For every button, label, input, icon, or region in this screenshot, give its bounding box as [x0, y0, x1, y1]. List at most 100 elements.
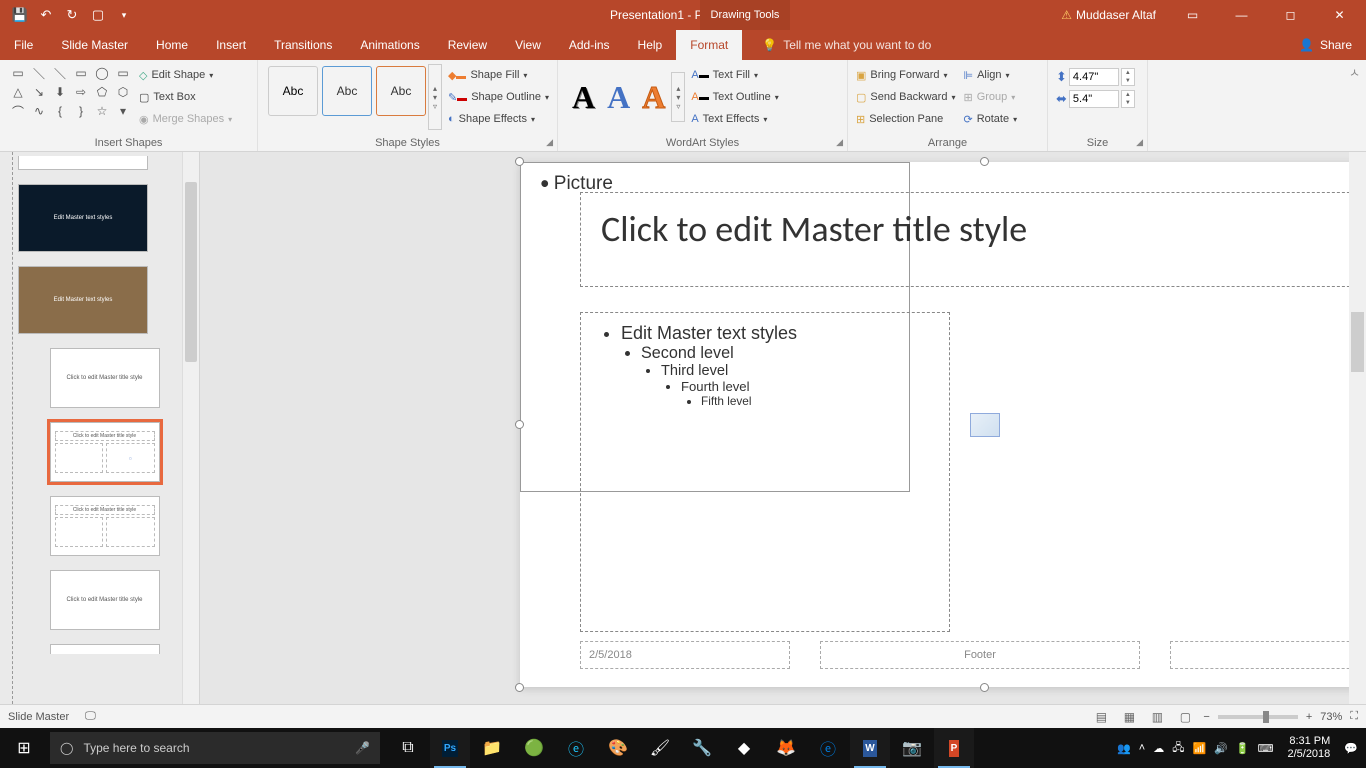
send-backward-button[interactable]: ▢Send Backward ▾ — [856, 86, 955, 108]
slideshow-icon[interactable]: ▢ — [1175, 709, 1195, 725]
tab-animations[interactable]: Animations — [346, 30, 433, 60]
qat-more-icon[interactable]: ▾ — [112, 3, 136, 27]
height-input[interactable]: 4.47" — [1069, 68, 1119, 86]
tab-format[interactable]: Format — [676, 30, 742, 60]
thumb-master-2[interactable]: Edit Master text styles — [18, 266, 148, 334]
taskbar-powerpoint[interactable]: P — [934, 728, 974, 768]
shape-style-1[interactable]: Abc — [268, 66, 318, 116]
tray-network-icon[interactable]: 🖧 — [1172, 739, 1184, 758]
thumb-layout-5[interactable] — [50, 644, 160, 654]
taskbar-ie[interactable]: ⓔ — [556, 728, 596, 768]
shape-style-gallery[interactable]: Abc Abc Abc ▴▾▿ — [266, 64, 442, 130]
tray-onedrive-icon[interactable]: ☁ — [1153, 742, 1164, 755]
zoom-level[interactable]: 73% — [1320, 711, 1342, 723]
taskbar-clock[interactable]: 8:31 PM 2/5/2018 — [1281, 735, 1336, 761]
zoom-in-icon[interactable]: + — [1306, 711, 1312, 723]
zoom-out-icon[interactable]: − — [1203, 711, 1209, 723]
selection-pane-button[interactable]: ⊞Selection Pane — [856, 108, 955, 130]
resize-handle-s[interactable] — [980, 683, 989, 692]
undo-icon[interactable]: ↶ — [34, 3, 58, 27]
resize-handle-n[interactable] — [980, 157, 989, 166]
share-button[interactable]: 👤 Share — [1285, 38, 1366, 52]
wordart-style-1[interactable]: A — [566, 79, 601, 116]
taskbar-app1[interactable]: 🎨 — [598, 728, 638, 768]
taskbar-app5[interactable]: 📷 — [892, 728, 932, 768]
save-icon[interactable]: 💾 — [8, 3, 32, 27]
slide-canvas-area[interactable]: Click to edit Master title style Edit Ma… — [200, 152, 1366, 704]
text-box-button[interactable]: ▢Text Box — [139, 86, 232, 108]
date-placeholder[interactable]: 2/5/2018 — [580, 641, 790, 669]
tray-people-icon[interactable]: 👥 — [1117, 742, 1131, 755]
thumb-scrollbar[interactable] — [182, 152, 199, 704]
thumb-layout-4[interactable]: Click to edit Master title style — [50, 570, 160, 630]
taskbar-edge[interactable]: ⓔ — [808, 728, 848, 768]
wordart-more[interactable]: ▴▾▿ — [671, 72, 685, 122]
taskbar-word[interactable]: W — [850, 728, 890, 768]
shape-outline-button[interactable]: ✎Shape Outline ▾ — [448, 86, 549, 108]
resize-handle-sw[interactable] — [515, 683, 524, 692]
status-display-settings-icon[interactable]: 🖵 — [85, 710, 96, 723]
mic-icon[interactable]: 🎤 — [355, 741, 370, 755]
text-effects-button[interactable]: AText Effects ▾ — [691, 108, 778, 130]
tab-help[interactable]: Help — [624, 30, 677, 60]
resize-handle-w[interactable] — [515, 420, 524, 429]
bring-forward-button[interactable]: ▣Bring Forward ▾ — [856, 64, 955, 86]
thumb-layout-3[interactable]: Click to edit Master title style — [50, 496, 160, 556]
tab-view[interactable]: View — [501, 30, 555, 60]
shape-style-more[interactable]: ▴▾▿ — [428, 64, 442, 130]
align-button[interactable]: ⊫Align ▾ — [963, 64, 1017, 86]
rotate-button[interactable]: ⟳Rotate ▾ — [963, 108, 1017, 130]
thumb-partial-top[interactable] — [18, 156, 148, 170]
tab-file[interactable]: File — [0, 30, 47, 60]
taskbar-chrome[interactable]: 🟢 — [514, 728, 554, 768]
minimize-icon[interactable]: — — [1219, 0, 1264, 30]
user-name[interactable]: Muddaser Altaf — [1076, 8, 1166, 22]
tell-me-search[interactable]: 💡 Tell me what you want to do — [762, 38, 931, 52]
height-spinner[interactable]: ▲▼ — [1121, 68, 1135, 86]
picture-icon[interactable] — [970, 413, 1000, 437]
taskbar-app2[interactable]: 🖌 — [640, 728, 680, 768]
text-fill-button[interactable]: AText Fill ▾ — [691, 64, 778, 86]
wordart-style-3[interactable]: A — [636, 79, 671, 116]
tray-wifi-icon[interactable]: 📶 — [1192, 742, 1206, 755]
wordart-style-2[interactable]: A — [601, 79, 636, 116]
edit-shape-button[interactable]: ◇Edit Shape ▾ — [139, 64, 232, 86]
thumb-layout-1[interactable]: Click to edit Master title style — [50, 348, 160, 408]
shape-styles-launcher[interactable]: ◢ — [546, 137, 553, 148]
title-placeholder[interactable]: Click to edit Master title style — [580, 192, 1366, 287]
taskbar-app3[interactable]: 🔧 — [682, 728, 722, 768]
tab-addins[interactable]: Add-ins — [555, 30, 624, 60]
tray-up-icon[interactable]: ˄ — [1139, 742, 1145, 754]
start-from-beginning-icon[interactable]: ▢ — [86, 3, 110, 27]
size-launcher[interactable]: ◢ — [1136, 137, 1143, 148]
shape-style-3[interactable]: Abc — [376, 66, 426, 116]
redo-icon[interactable]: ↻ — [60, 3, 84, 27]
content-placeholder[interactable]: Edit Master text styles Second level Thi… — [580, 312, 950, 632]
close-icon[interactable]: ✕ — [1317, 0, 1362, 30]
wordart-launcher[interactable]: ◢ — [836, 137, 843, 148]
tab-review[interactable]: Review — [434, 30, 501, 60]
slide-scrollbar-vertical[interactable] — [1349, 152, 1366, 704]
taskbar-photoshop[interactable]: Ps — [430, 728, 470, 768]
taskbar-explorer[interactable]: 📁 — [472, 728, 512, 768]
slide-number-placeholder[interactable]: ‹#› — [1170, 641, 1366, 669]
collapse-ribbon-icon[interactable]: ㅅ — [1349, 64, 1360, 81]
shape-effects-button[interactable]: ◐Shape Effects ▾ — [448, 108, 549, 130]
tray-volume-icon[interactable]: 🔊 — [1214, 742, 1228, 755]
task-view-icon[interactable]: ⧉ — [388, 728, 428, 768]
wordart-gallery[interactable]: A A A ▴▾▿ — [566, 64, 685, 130]
tab-home[interactable]: Home — [142, 30, 202, 60]
normal-view-icon[interactable]: ▤ — [1091, 709, 1111, 725]
zoom-slider[interactable] — [1218, 715, 1298, 719]
thumb-layout-2-selected[interactable]: Click to edit Master title style ▫ — [50, 422, 160, 482]
footer-placeholder[interactable]: Footer — [820, 641, 1140, 669]
resize-handle-nw[interactable] — [515, 157, 524, 166]
tray-language-icon[interactable]: ⌨ — [1258, 742, 1274, 755]
ribbon-options-icon[interactable]: ▭ — [1170, 0, 1215, 30]
shape-style-2[interactable]: Abc — [322, 66, 372, 116]
tray-notifications-icon[interactable]: 💬 — [1344, 742, 1358, 755]
start-button[interactable]: ⊞ — [0, 728, 48, 768]
slide-sorter-icon[interactable]: ▦ — [1119, 709, 1139, 725]
fit-to-window-icon[interactable]: ⛶ — [1350, 710, 1358, 723]
shape-fill-button[interactable]: ◆Shape Fill ▾ — [448, 64, 549, 86]
